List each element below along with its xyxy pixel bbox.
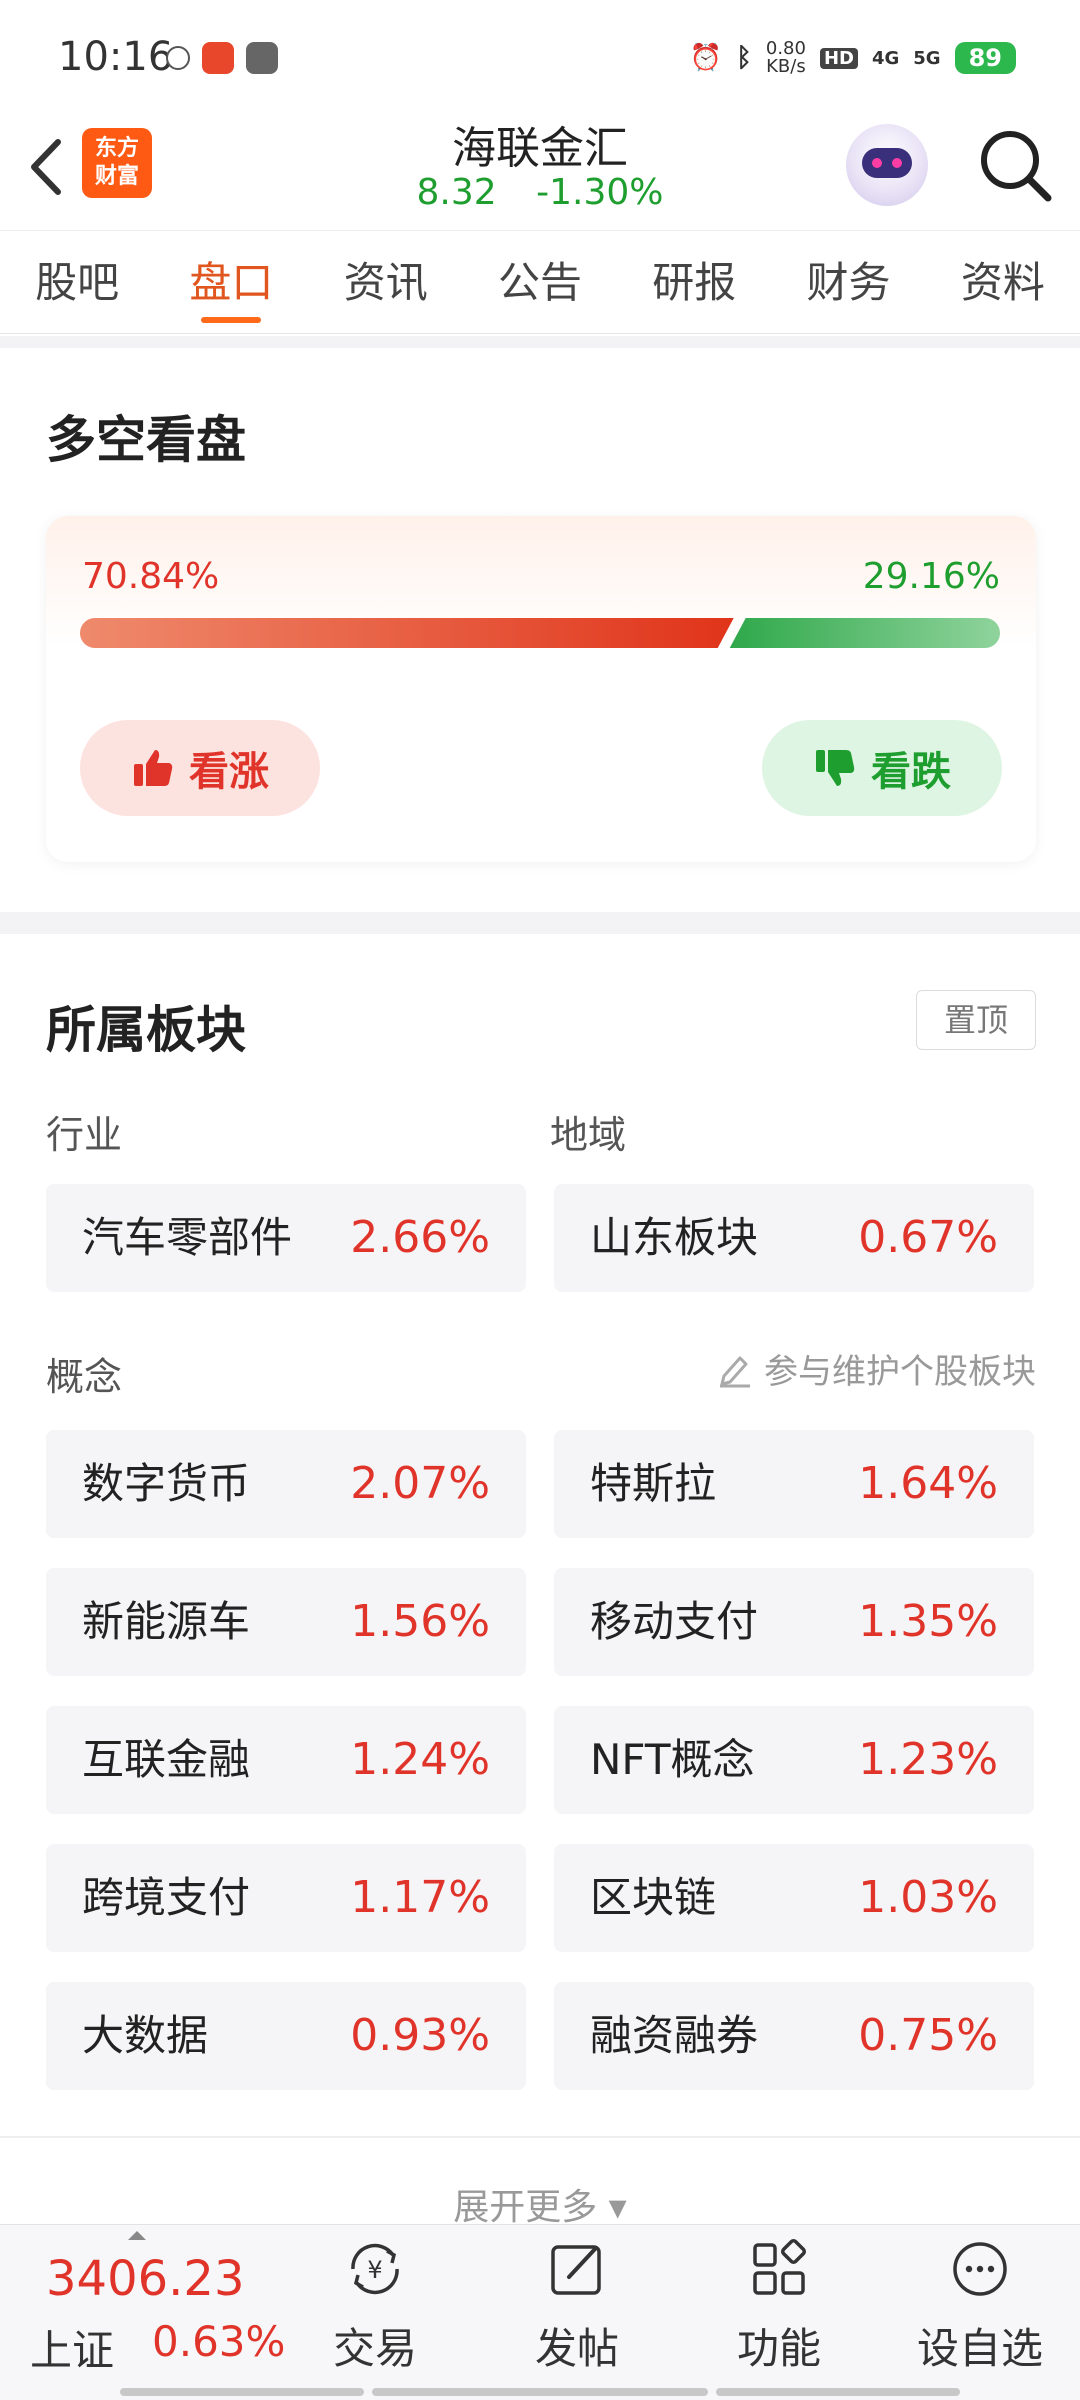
nav-functions[interactable]: 功能 — [699, 2237, 859, 2377]
signal-4g-icon: 4G — [871, 47, 900, 69]
sector-chip-concept[interactable]: 新能源车 1.56% — [46, 1568, 526, 1676]
sentiment-title: 多空看盘 — [46, 411, 246, 469]
sector-chip-concept[interactable]: 特斯拉 1.64% — [554, 1430, 1034, 1538]
sentiment-ratio-bar — [80, 618, 1000, 648]
sector-chip-concept[interactable]: 移动支付 1.35% — [554, 1568, 1034, 1676]
app-notification-icon — [202, 42, 234, 74]
stock-header: 东方 财富 海联金汇 8.32 -1.30% — [0, 110, 1080, 230]
functions-icon — [753, 2238, 807, 2295]
stock-change-pct: -1.30% — [536, 172, 664, 213]
sectors-title: 所属板块 — [46, 1001, 246, 1059]
stock-price: 8.32 — [416, 172, 497, 213]
sector-chip-concept[interactable]: 跨境支付 1.17% — [46, 1844, 526, 1952]
index-name[interactable]: 上证 — [30, 2317, 114, 2378]
net-speed: 0.80 KB/s — [765, 38, 806, 77]
signal-5g-icon: 5G — [913, 47, 941, 69]
robot-eye-icon — [892, 158, 902, 168]
bearish-vote-button[interactable]: 看跌 — [762, 720, 1002, 816]
bluetooth-icon: ᛒ — [736, 43, 752, 73]
search-icon[interactable] — [976, 126, 1056, 206]
caret-up-icon[interactable] — [128, 2231, 146, 2240]
hd-icon: HD — [819, 47, 858, 69]
watchlist-icon — [953, 2242, 1007, 2296]
robot-eye-icon — [872, 158, 882, 168]
pin-to-top-button[interactable]: 置顶 — [916, 990, 1036, 1050]
industry-label: 行业 — [46, 1113, 123, 1157]
gesture-bar — [120, 2388, 364, 2396]
tab-research[interactable]: 研报 — [617, 231, 771, 333]
gesture-bar — [716, 2388, 960, 2396]
sector-chip-concept[interactable]: 融资融券 0.75% — [554, 1982, 1034, 2090]
nav-trade[interactable]: ¥ 交易 — [295, 2237, 455, 2377]
alarm-icon: ⏰ — [689, 43, 723, 73]
bottom-bar: 3406.23 上证 0.63% ¥ 交易 发帖 功能 设自选 — [0, 2224, 1080, 2400]
tab-news[interactable]: 资讯 — [309, 231, 463, 333]
sentiment-card: 70.84% 29.16% 看涨 看跌 — [46, 516, 1036, 862]
sector-chip-concept[interactable]: NFT概念 1.23% — [554, 1706, 1034, 1814]
expand-more-button[interactable]: 展开更多 ▾ — [0, 2178, 1080, 2230]
status-app-icons — [166, 42, 278, 74]
tab-announcements[interactable]: 公告 — [463, 231, 617, 333]
svg-text:¥: ¥ — [367, 2256, 382, 2284]
section-divider — [0, 2136, 1080, 2138]
status-time: 10:16 — [58, 34, 174, 80]
bear-percent: 29.16% — [862, 556, 1000, 597]
post-icon — [551, 2245, 601, 2295]
status-bar: 10:16 ⏰ ᛒ 0.80 KB/s HD 4G 5G 89 — [0, 0, 1080, 120]
bullish-vote-button[interactable]: 看涨 — [80, 720, 320, 816]
thumbs-down-icon — [816, 750, 855, 786]
tab-guba[interactable]: 股吧 — [0, 231, 154, 333]
status-right-group: ⏰ ᛒ 0.80 KB/s HD 4G 5G 89 — [690, 40, 1016, 76]
gesture-bar — [372, 2388, 708, 2396]
bull-bar-segment — [80, 618, 734, 648]
sector-chip-region[interactable]: 山东板块 0.67% — [554, 1184, 1034, 1292]
bull-percent: 70.84% — [82, 556, 220, 597]
nav-add-watchlist[interactable]: 设自选 — [900, 2237, 1060, 2377]
sector-chip-industry[interactable]: 汽车零部件 2.66% — [46, 1184, 526, 1292]
sector-chip-concept[interactable]: 互联金融 1.24% — [46, 1706, 526, 1814]
section-divider — [0, 912, 1080, 934]
battery-icon: 89 — [954, 42, 1016, 74]
nav-post[interactable]: 发帖 — [497, 2237, 657, 2377]
tab-pankou[interactable]: 盘口 — [154, 231, 308, 333]
region-label: 地域 — [550, 1113, 627, 1157]
bear-bar-segment — [729, 618, 1000, 648]
index-change-pct[interactable]: 0.63% — [152, 2317, 285, 2366]
sector-chip-concept[interactable]: 数字货币 2.07% — [46, 1430, 526, 1538]
trade-icon: ¥ — [351, 2243, 399, 2295]
sector-chip-concept[interactable]: 大数据 0.93% — [46, 1982, 526, 2090]
robot-assistant-avatar[interactable] — [846, 124, 928, 206]
thumbs-up-icon — [134, 750, 173, 786]
tab-finance[interactable]: 财务 — [771, 231, 925, 333]
bullish-label: 看涨 — [189, 749, 269, 795]
maintain-sectors-link[interactable]: 参与维护个股板块 — [716, 1344, 1036, 1393]
tab-profile[interactable]: 资料 — [926, 231, 1080, 333]
tab-bar: 股吧 盘口 资讯 公告 研报 财务 资料 — [0, 230, 1080, 334]
concept-label: 概念 — [46, 1355, 123, 1399]
index-value[interactable]: 3406.23 — [46, 2251, 245, 2307]
section-divider — [0, 336, 1080, 348]
sector-chip-concept[interactable]: 区块链 1.03% — [554, 1844, 1034, 1952]
tiktok-icon — [166, 46, 190, 70]
bearish-label: 看跌 — [871, 749, 951, 795]
edit-icon — [720, 1356, 750, 1387]
game-controller-icon — [246, 42, 278, 74]
